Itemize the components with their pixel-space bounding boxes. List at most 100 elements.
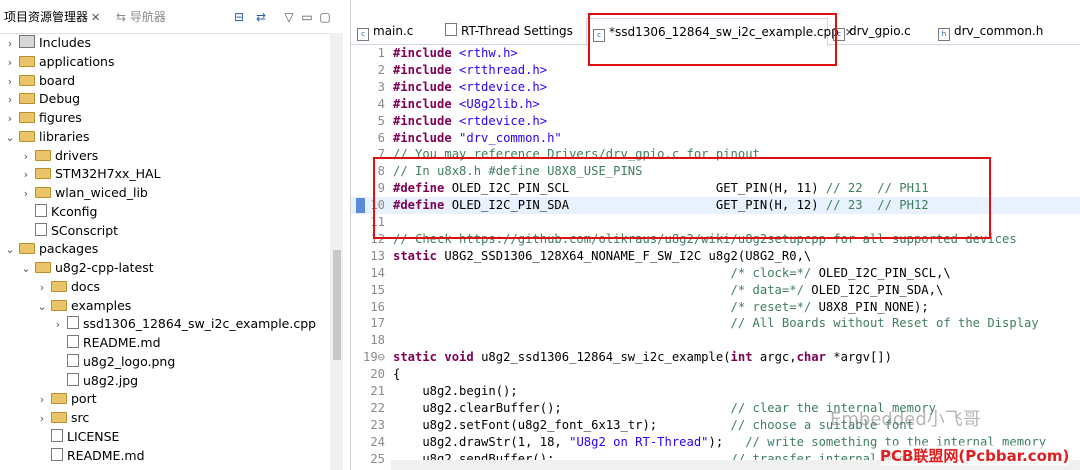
- folder-icon: [19, 130, 35, 142]
- code-line[interactable]: 15 /* data=*/ OLED_I2C_PIN_SDA,\: [351, 282, 1080, 299]
- code-line[interactable]: 6 #include "drv_common.h": [351, 130, 1080, 147]
- line-number: 14: [370, 265, 385, 280]
- code-line[interactable]: 4 #include <U8g2lib.h>: [351, 96, 1080, 113]
- chevron-down-icon[interactable]: ⌄: [4, 128, 16, 147]
- tree-item[interactable]: ⌄ libraries: [4, 127, 89, 147]
- tree-item[interactable]: › ssd1306_12864_sw_i2c_example.cpp: [52, 314, 316, 333]
- code-line[interactable]: 20 {: [351, 366, 1080, 383]
- link-editor-icon[interactable]: ⇄: [254, 10, 268, 24]
- folder-icon: [35, 262, 51, 273]
- tree-item[interactable]: u8g2.jpg: [52, 371, 138, 390]
- tree-item[interactable]: LICENSE: [36, 427, 119, 446]
- line-number: 5: [377, 113, 385, 128]
- chevron-right-icon[interactable]: ›: [4, 53, 16, 72]
- tree-item[interactable]: ⌄ examples: [36, 296, 131, 315]
- chevron-down-icon[interactable]: ⌄: [4, 240, 16, 259]
- tree-item[interactable]: ⌄ u8g2-cpp-latest: [20, 258, 154, 278]
- tree-item[interactable]: › drivers: [20, 146, 99, 166]
- line-number: 2: [377, 62, 385, 77]
- line-number: 16: [370, 299, 385, 314]
- chevron-right-icon[interactable]: ›: [20, 184, 32, 203]
- chevron-right-icon[interactable]: ›: [36, 390, 48, 409]
- code-line[interactable]: 14 /* clock=*/ OLED_I2C_PIN_SCL,\: [351, 265, 1080, 282]
- tree-item[interactable]: README.md: [52, 333, 161, 352]
- view-menu-icon[interactable]: ▽: [282, 10, 296, 24]
- editor-tab[interactable]: c drv_gpio.c: [827, 18, 929, 44]
- tree-item-label: u8g2-cpp-latest: [55, 260, 154, 275]
- tree-item[interactable]: › applications: [4, 52, 115, 72]
- tree-item[interactable]: README.md: [36, 446, 145, 465]
- tree-item[interactable]: › port: [36, 389, 97, 408]
- tree-item[interactable]: SConscript: [20, 221, 118, 240]
- code-line[interactable]: 19⊖ static void u8g2_ssd1306_12864_sw_i2c…: [351, 349, 1080, 366]
- tree-item[interactable]: › docs: [36, 277, 100, 296]
- tree-item[interactable]: › figures: [4, 108, 82, 127]
- editor-tab[interactable]: c main.c: [351, 18, 437, 44]
- code-line[interactable]: 3 #include <rtdevice.h>: [351, 79, 1080, 96]
- editor-tab[interactable]: RT-Thread Settings: [439, 18, 584, 44]
- chevron-right-icon[interactable]: ›: [4, 72, 16, 91]
- tree-item-label: README.md: [83, 335, 161, 350]
- folder-icon: [35, 187, 51, 198]
- tree-item-label: Kconfig: [51, 203, 98, 219]
- c-file-icon: c: [357, 28, 369, 41]
- chevron-right-icon[interactable]: ›: [36, 409, 48, 428]
- code-token: U8G2_SSD1306_128X64_NONAME_F_SW_I2C u8g2…: [444, 248, 812, 263]
- chevron-right-icon[interactable]: ›: [52, 315, 64, 334]
- tree-item[interactable]: ⌄ packages: [4, 239, 98, 258]
- code-line[interactable]: 16 /* reset=*/ U8X8_PIN_NONE);: [351, 299, 1080, 316]
- chevron-down-icon[interactable]: ⌄: [36, 297, 48, 316]
- tree-scrollbar-thumb[interactable]: [333, 250, 341, 360]
- folder-icon: [51, 393, 67, 405]
- code-line[interactable]: 17 // All Boards without Reset of the Di…: [351, 315, 1080, 332]
- tree-item[interactable]: › board: [4, 71, 75, 90]
- tree-item[interactable]: Kconfig: [20, 202, 97, 221]
- tab-navigator[interactable]: ⇆ 导航器: [116, 8, 166, 25]
- library-icon: [19, 35, 35, 48]
- watermark-site: PCB联盟网(Pcbbar.com): [880, 445, 1070, 466]
- chevron-right-icon[interactable]: ›: [20, 165, 32, 184]
- close-icon[interactable]: ✕: [91, 11, 100, 24]
- editor-tab-label: drv_common.h: [954, 24, 1044, 38]
- minimize-icon[interactable]: ▭: [300, 10, 314, 24]
- tree-item-label: board: [39, 72, 76, 88]
- line-number: 4: [377, 96, 385, 111]
- code-line[interactable]: 13 static U8G2_SSD1306_128X64_NONAME_F_SW…: [351, 248, 1080, 265]
- change-marker: [356, 198, 365, 214]
- code-token: u8g2.begin();: [393, 384, 518, 398]
- code-token: #include: [393, 113, 460, 128]
- tree-item[interactable]: › wlan_wiced_lib: [20, 183, 148, 202]
- code-line[interactable]: 18: [351, 332, 1080, 349]
- code-token: u8g2_ssd1306_12864_sw_i2c_example(: [481, 350, 731, 365]
- line-number: 24: [370, 434, 385, 449]
- chevron-right-icon[interactable]: ›: [4, 90, 16, 109]
- folder-icon: [35, 168, 51, 180]
- code-line[interactable]: 5 #include <rtdevice.h>: [351, 113, 1080, 130]
- code-token: u8g2.drawStr(1, 18,: [393, 434, 570, 449]
- code-token: #include: [393, 96, 460, 111]
- tab-project-explorer[interactable]: 项目资源管理器 ✕: [4, 8, 100, 25]
- chevron-right-icon[interactable]: ›: [20, 147, 32, 166]
- maximize-icon[interactable]: ▢: [318, 10, 332, 24]
- tree-item[interactable]: › src: [36, 408, 89, 427]
- tree-item-label: u8g2.jpg: [83, 372, 139, 388]
- chevron-right-icon[interactable]: ›: [4, 109, 16, 128]
- tree-item[interactable]: › Includes: [4, 33, 91, 52]
- editor-tab[interactable]: h drv_common.h: [932, 18, 1052, 44]
- header-file-icon: h: [938, 28, 950, 41]
- chevron-right-icon[interactable]: ›: [36, 278, 48, 297]
- chevron-right-icon[interactable]: ›: [4, 34, 16, 53]
- code-token: #include: [393, 130, 460, 145]
- tree-item[interactable]: u8g2_logo.png: [52, 352, 175, 371]
- tree-item[interactable]: › Debug: [4, 89, 80, 108]
- editor-tab-label: drv_gpio.c: [849, 24, 911, 38]
- code-token: <rthw.h>: [459, 46, 518, 60]
- project-explorer-header: 项目资源管理器 ✕ ⇆ 导航器 ⊟ ⇄ ▽ ▭ ▢: [0, 0, 343, 34]
- collapse-all-icon[interactable]: ⊟: [232, 10, 246, 24]
- chevron-down-icon[interactable]: ⌄: [20, 259, 32, 278]
- code-token: <rtdevice.h>: [459, 113, 548, 128]
- tree-item[interactable]: › STM32H7xx_HAL: [20, 164, 161, 183]
- code-line[interactable]: 21 u8g2.begin();: [351, 383, 1080, 400]
